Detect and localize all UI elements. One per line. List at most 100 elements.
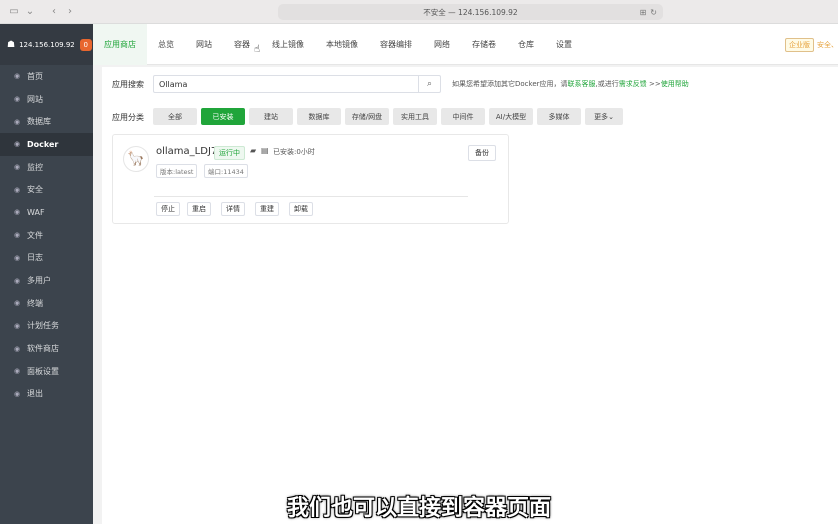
action-button-1[interactable]: 重启 <box>187 202 211 216</box>
folder-icon: ◉ <box>13 231 21 240</box>
sidebar-item-4[interactable]: ◉ 监控 <box>0 156 93 179</box>
category-label-text: 建站 <box>264 112 278 121</box>
sidebar-item-3[interactable]: ◉ Docker <box>0 133 93 156</box>
chevron-down-icon[interactable]: ⌄ <box>22 4 38 20</box>
sidebar-item-label: 数据库 <box>27 117 51 127</box>
terminal-icon: ◉ <box>13 299 21 308</box>
backup-button[interactable]: 备份 <box>468 145 496 161</box>
port-tag: 端口:11434 <box>204 164 248 178</box>
docker-icon: ◉ <box>13 140 21 149</box>
sidebar-item-2[interactable]: ◉ 数据库 <box>0 110 93 133</box>
sidebar-item-label: 软件商店 <box>27 344 59 354</box>
enterprise-button[interactable]: 企业版 <box>785 38 814 52</box>
app-card: 🦙 ollama_LDJ7 运行中 ▰ ▤ 已安装:0小时 版本:latest … <box>112 134 509 224</box>
tab-0[interactable]: 应用商店 <box>93 23 147 65</box>
search-label: 应用搜索 <box>112 80 144 89</box>
action-button-0[interactable]: 停止 <box>156 202 180 216</box>
sidebar-item-1[interactable]: ◉ 网站 <box>0 88 93 111</box>
app-name[interactable]: ollama_LDJ7 <box>156 146 217 157</box>
hint-text: 如果您希望添加其它Docker应用，请 <box>452 80 568 88</box>
sidebar-item-label: 多用户 <box>27 276 51 286</box>
category-button-5[interactable]: 实用工具 <box>393 108 437 125</box>
sidebar-item-label: 退出 <box>27 389 43 399</box>
category-button-7[interactable]: AI/大模型 <box>489 108 533 125</box>
category-button-1[interactable]: 已安装 <box>201 108 245 125</box>
action-button-2[interactable]: 详情 <box>221 202 245 216</box>
search-input[interactable] <box>154 76 418 92</box>
reload-icon[interactable]: ↻ <box>650 8 657 17</box>
address-bar[interactable]: 不安全 — 124.156.109.92 ⊞ ↻ <box>278 4 663 20</box>
tab-8[interactable]: 存储卷 <box>461 24 507 65</box>
tab-5[interactable]: 本地镜像 <box>315 24 369 65</box>
log-icon: ◉ <box>13 253 21 262</box>
tab-6[interactable]: 容器编排 <box>369 24 423 65</box>
tab-9[interactable]: 仓库 <box>507 24 545 65</box>
category-label-text: AI/大模型 <box>495 112 527 121</box>
tab-4[interactable]: 线上镜像 <box>261 24 315 65</box>
category-label-text: 数据库 <box>308 112 330 121</box>
forward-icon[interactable]: › <box>62 4 78 20</box>
address-text: 不安全 — 124.156.109.92 <box>423 7 518 17</box>
action-button-4[interactable]: 卸载 <box>289 202 313 216</box>
sidebar-item-label: 日志 <box>27 253 43 263</box>
monitor-icon: ◉ <box>13 163 21 172</box>
category-button-2[interactable]: 建站 <box>249 108 293 125</box>
hint-middle: ,或进行 <box>595 80 619 88</box>
sidebar-header: ☗ 124.156.109.92 0 <box>0 24 93 65</box>
sidebar-item-label: WAF <box>27 207 45 217</box>
sidebar-item-6[interactable]: ◉ WAF <box>0 201 93 224</box>
waf-icon: ◉ <box>13 208 21 217</box>
search-box: ⌕ <box>153 75 441 93</box>
hint-suffix: >> <box>646 80 661 88</box>
sidebar-item-14[interactable]: ◉ 退出 <box>0 383 93 406</box>
folder-icon[interactable]: ▰ <box>250 146 256 155</box>
tab-7[interactable]: 网络 <box>423 24 461 65</box>
search-icon: ⌕ <box>426 79 433 89</box>
sidebar-item-label: 文件 <box>27 230 43 240</box>
search-button[interactable]: ⌕ <box>418 76 440 92</box>
clock-icon: ◉ <box>13 321 21 330</box>
sidebar-item-0[interactable]: ◉ 首页 <box>0 65 93 88</box>
category-button-9[interactable]: 更多 ⌄ <box>585 108 623 125</box>
feedback-link[interactable]: 需求反馈 <box>619 80 647 88</box>
server-ip: 124.156.109.92 <box>19 40 75 49</box>
sidebar-item-8[interactable]: ◉ 日志 <box>0 247 93 270</box>
category-button-0[interactable]: 全部 <box>153 108 197 125</box>
notification-badge[interactable]: 0 <box>79 38 92 51</box>
sidebar-item-12[interactable]: ◉ 软件商店 <box>0 337 93 360</box>
category-label-text: 更多 <box>594 112 609 121</box>
tab-2[interactable]: 网站 <box>185 24 223 65</box>
help-link[interactable]: 使用帮助 <box>661 80 689 88</box>
category-label: 应用分类 <box>112 113 144 122</box>
tab-1[interactable]: 总览 <box>147 24 185 65</box>
sidebar-item-label: 安全 <box>27 185 43 195</box>
sidebar-toggle-icon[interactable]: ▭ <box>6 4 22 20</box>
back-icon[interactable]: ‹ <box>46 4 62 20</box>
sidebar-item-label: 面板设置 <box>27 366 59 376</box>
translate-icon[interactable]: ⊞ <box>640 8 647 17</box>
category-label-text: 实用工具 <box>401 112 429 121</box>
sidebar: ☗ 124.156.109.92 0 ◉ 首页 ◉ 网站 ◉ 数据库 ◉ Docker ◉ 监控 ◉… <box>0 24 93 524</box>
sidebar-item-label: 网站 <box>27 94 43 104</box>
category-button-3[interactable]: 数据库 <box>297 108 341 125</box>
users-icon: ◉ <box>13 276 21 285</box>
sidebar-item-11[interactable]: ◉ 计划任务 <box>0 315 93 338</box>
tab-10[interactable]: 设置 <box>545 24 583 65</box>
sidebar-item-10[interactable]: ◉ 终端 <box>0 292 93 315</box>
main-panel: 应用搜索 ⌕ 如果您希望添加其它Docker应用，请联系客服,或进行需求反馈 >… <box>102 67 838 524</box>
category-button-8[interactable]: 多媒体 <box>537 108 581 125</box>
home-icon: ◉ <box>13 72 21 81</box>
browser-toolbar: ▭ ⌄ ‹ › 不安全 — 124.156.109.92 ⊞ ↻ <box>0 0 838 24</box>
document-icon[interactable]: ▤ <box>261 146 269 155</box>
category-label-text: 多媒体 <box>548 112 570 121</box>
sidebar-item-9[interactable]: ◉ 多用户 <box>0 269 93 292</box>
category-button-6[interactable]: 中间件 <box>441 108 485 125</box>
sidebar-item-7[interactable]: ◉ 文件 <box>0 224 93 247</box>
action-button-3[interactable]: 重建 <box>255 202 279 216</box>
installed-time: 已安装:0小时 <box>273 148 315 156</box>
contact-link[interactable]: 联系客服 <box>568 80 596 88</box>
sidebar-item-13[interactable]: ◉ 面板设置 <box>0 360 93 383</box>
sidebar-item-label: Docker <box>27 139 59 149</box>
category-button-4[interactable]: 存储/网盘 <box>345 108 389 125</box>
sidebar-item-5[interactable]: ◉ 安全 <box>0 178 93 201</box>
